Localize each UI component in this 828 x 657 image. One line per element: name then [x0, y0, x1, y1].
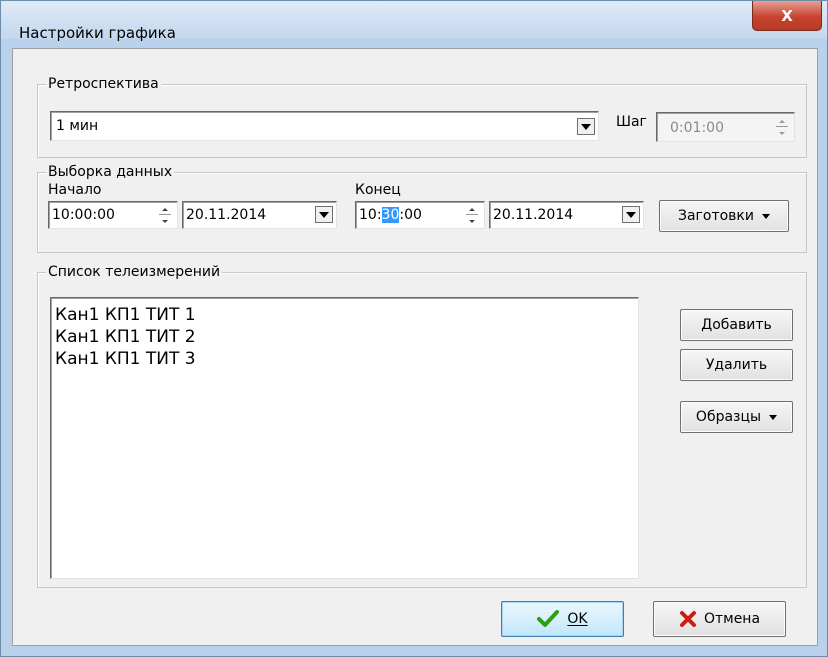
cancel-button[interactable]: Отмена [653, 601, 786, 637]
telemetry-list-item[interactable]: Кан1 КП1 ТИТ 1 [55, 304, 634, 326]
retro-combo[interactable]: 1 мин [50, 111, 599, 141]
end-label: Конец [355, 182, 401, 198]
end-date-field[interactable]: 20.11.2014 [489, 201, 644, 229]
delete-button-label: Удалить [705, 357, 768, 373]
telemetry-group: Список телеизмерений Кан1 КП1 ТИТ 1 Кан1 … [37, 263, 807, 588]
spin-down-icon [469, 219, 475, 223]
close-icon: X [781, 6, 793, 25]
end-time-field[interactable]: 10:30:00 [355, 201, 485, 229]
samples-button[interactable]: Образцы [680, 401, 793, 433]
presets-button-label: Заготовки [677, 208, 754, 224]
chevron-down-icon [319, 211, 329, 218]
window-title: Настройки графика [19, 24, 176, 42]
end-date-value: 20.11.2014 [493, 207, 574, 223]
step-label: Шаг [616, 114, 647, 130]
spin-down-icon [779, 131, 785, 135]
close-button[interactable]: X [752, 1, 822, 31]
spin-up-icon [779, 119, 785, 123]
end-time-value: 10:30:00 [359, 206, 422, 224]
retro-group: Ретроспектива 1 мин Шаг 0:01:00 [37, 75, 807, 158]
end-time-seconds: :00 [399, 207, 422, 223]
end-time-hours: 10: [359, 207, 382, 223]
start-date-value: 20.11.2014 [186, 207, 267, 223]
step-field: 0:01:00 [656, 112, 795, 142]
add-button[interactable]: Добавить [680, 309, 793, 341]
chevron-down-icon [769, 414, 778, 420]
retro-combo-value: 1 мин [56, 118, 99, 134]
cancel-button-label: Отмена [703, 611, 761, 627]
start-time-value: 10:00:00 [52, 207, 115, 223]
end-time-minutes-selected: 30 [381, 207, 400, 223]
chevron-down-icon [581, 123, 591, 130]
telemetry-list: Кан1 КП1 ТИТ 1 Кан1 КП1 ТИТ 2 Кан1 КП1 ТИТ… [55, 304, 634, 370]
chevron-down-icon [762, 213, 770, 219]
ok-button-label: OK [567, 611, 588, 627]
samples-button-label: Образцы [695, 409, 762, 425]
start-date-field[interactable]: 20.11.2014 [182, 201, 337, 229]
telemetry-legend: Список телеизмерений [46, 263, 223, 281]
checkmark-icon [537, 610, 560, 627]
end-time-spinner[interactable] [464, 203, 480, 227]
start-label: Начало [48, 182, 102, 198]
ok-button[interactable]: OK [501, 601, 624, 637]
chevron-down-icon [626, 211, 636, 218]
start-time-field[interactable]: 10:00:00 [48, 201, 178, 229]
step-spinner [774, 115, 790, 139]
end-date-dropdown-button[interactable] [622, 206, 640, 223]
telemetry-listbox[interactable]: Кан1 КП1 ТИТ 1 Кан1 КП1 ТИТ 2 Кан1 КП1 ТИТ… [50, 297, 639, 579]
spin-up-icon [162, 207, 168, 211]
spin-up-icon [469, 207, 475, 211]
presets-button[interactable]: Заготовки [659, 200, 789, 232]
dialog-window: Настройки графика X Ретроспектива 1 мин … [0, 0, 828, 657]
retro-dropdown-button[interactable] [577, 118, 595, 135]
spin-down-icon [162, 219, 168, 223]
add-button-label: Добавить [701, 317, 772, 333]
title-bar[interactable]: Настройки графика X [1, 1, 827, 42]
delete-button[interactable]: Удалить [680, 349, 793, 381]
sample-group: Выборка данных Начало 10:00:00 20.11.201… [37, 163, 807, 253]
cancel-x-icon [679, 611, 696, 627]
telemetry-list-item[interactable]: Кан1 КП1 ТИТ 2 [55, 326, 634, 348]
sample-legend: Выборка данных [46, 163, 175, 181]
start-time-spinner[interactable] [157, 203, 173, 227]
retro-legend: Ретроспектива [46, 75, 161, 93]
dialog-body: Ретроспектива 1 мин Шаг 0:01:00 Выборка … [12, 48, 818, 646]
telemetry-list-item[interactable]: Кан1 КП1 ТИТ 3 [55, 348, 634, 370]
start-date-dropdown-button[interactable] [315, 206, 333, 223]
step-value: 0:01:00 [670, 120, 724, 136]
